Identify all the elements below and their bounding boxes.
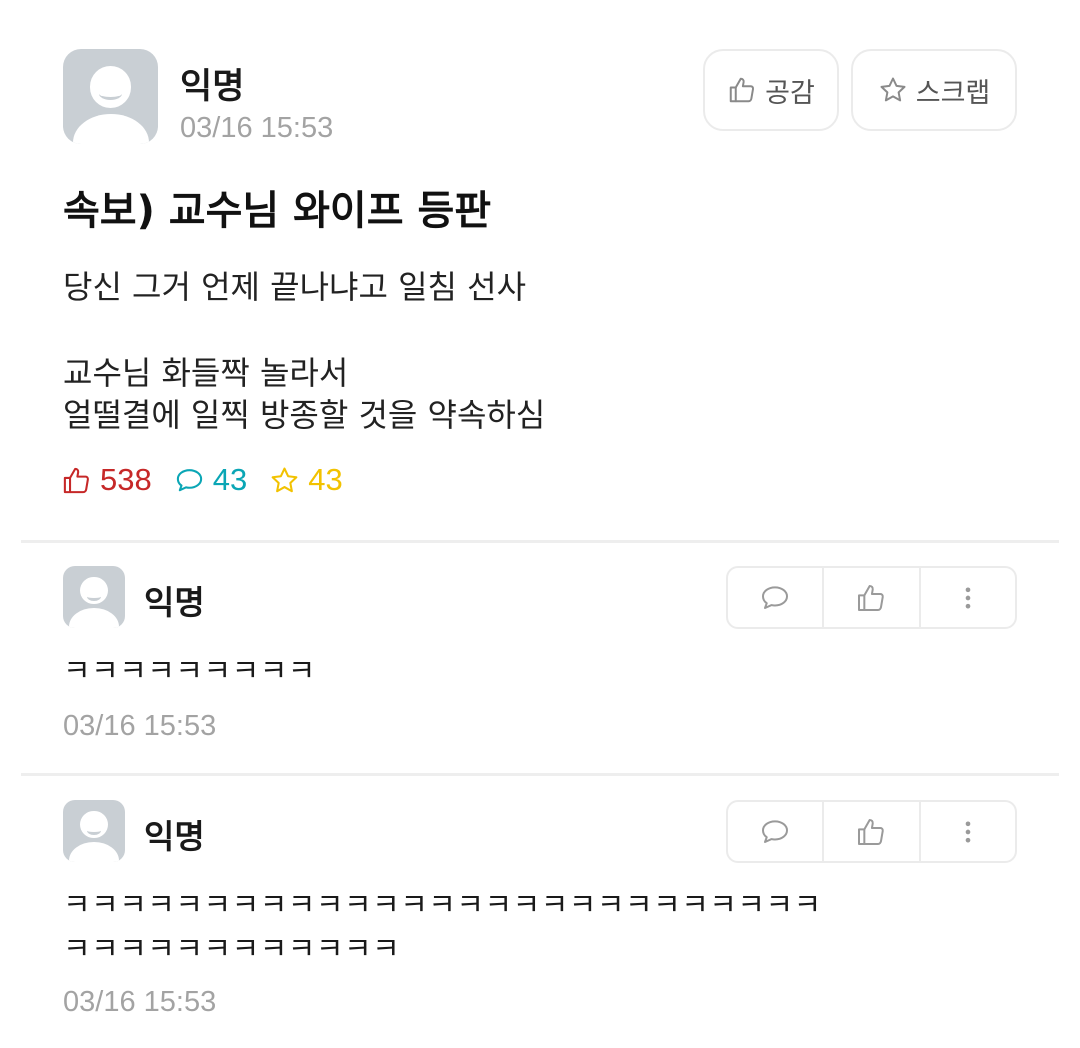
thumbs-up-icon	[63, 467, 89, 493]
like-count: 538	[61, 462, 152, 498]
speech-bubble-icon	[762, 585, 789, 609]
post-body-line: 교수님 화들짝 놀라서	[63, 354, 349, 392]
comment-date: 03/16 15:53	[63, 986, 217, 1018]
post-body-line: 얼떨결에 일찍 방종할 것을 약속하심	[63, 396, 546, 434]
thumbs-up-icon	[858, 584, 885, 611]
scrap-button[interactable]: 스크랩	[851, 49, 1017, 131]
scrap-count-value: 43	[308, 462, 343, 497]
comment-count: 43	[174, 462, 247, 498]
star-icon	[271, 467, 298, 492]
reply-button[interactable]	[728, 802, 825, 861]
comment-like-button[interactable]	[824, 802, 921, 861]
comment-author-name: 익명	[144, 817, 205, 856]
post-author-name: 익명	[180, 67, 245, 107]
reply-button[interactable]	[728, 568, 825, 627]
divider	[21, 540, 1059, 543]
scrap-count: 43	[269, 462, 343, 498]
speech-bubble-icon	[176, 468, 202, 491]
post-date: 03/16 15:53	[180, 112, 334, 144]
comment-author-name: 익명	[144, 583, 205, 622]
comment-text: ㅋㅋㅋㅋㅋㅋㅋㅋㅋ	[63, 654, 316, 689]
more-options-button[interactable]	[921, 568, 1015, 627]
like-count-value: 538	[100, 462, 152, 497]
more-vertical-icon	[965, 587, 971, 608]
comment-text: ㅋㅋㅋㅋㅋㅋㅋㅋㅋㅋㅋㅋ	[63, 932, 401, 967]
like-button-label: 공감	[765, 77, 815, 109]
comment-like-button[interactable]	[824, 568, 921, 627]
comment-text: ㅋㅋㅋㅋㅋㅋㅋㅋㅋㅋㅋㅋㅋㅋㅋㅋㅋㅋㅋㅋㅋㅋㅋㅋㅋㅋㅋ	[63, 888, 822, 923]
more-options-button[interactable]	[921, 802, 1015, 861]
post-author-avatar	[63, 49, 158, 144]
comment-action-bar	[726, 800, 1017, 863]
post-stats: 538 43 43	[61, 458, 365, 502]
post-title: 속보) 교수님 와이프 등판	[63, 188, 492, 234]
like-button[interactable]: 공감	[703, 49, 839, 131]
speech-bubble-icon	[762, 819, 789, 843]
star-icon	[880, 77, 906, 102]
thumbs-up-icon	[858, 818, 885, 845]
scrap-button-label: 스크랩	[915, 77, 991, 109]
comment-date: 03/16 15:53	[63, 710, 217, 742]
post-body-line: 당신 그거 언제 끝나냐고 일침 선사	[63, 268, 527, 306]
comment-count-value: 43	[212, 462, 248, 497]
divider	[21, 773, 1059, 776]
comment-author-avatar	[63, 800, 125, 862]
thumbs-up-icon	[729, 77, 755, 103]
more-vertical-icon	[965, 821, 971, 842]
comment-author-avatar	[63, 566, 125, 628]
comment-action-bar	[726, 566, 1017, 629]
